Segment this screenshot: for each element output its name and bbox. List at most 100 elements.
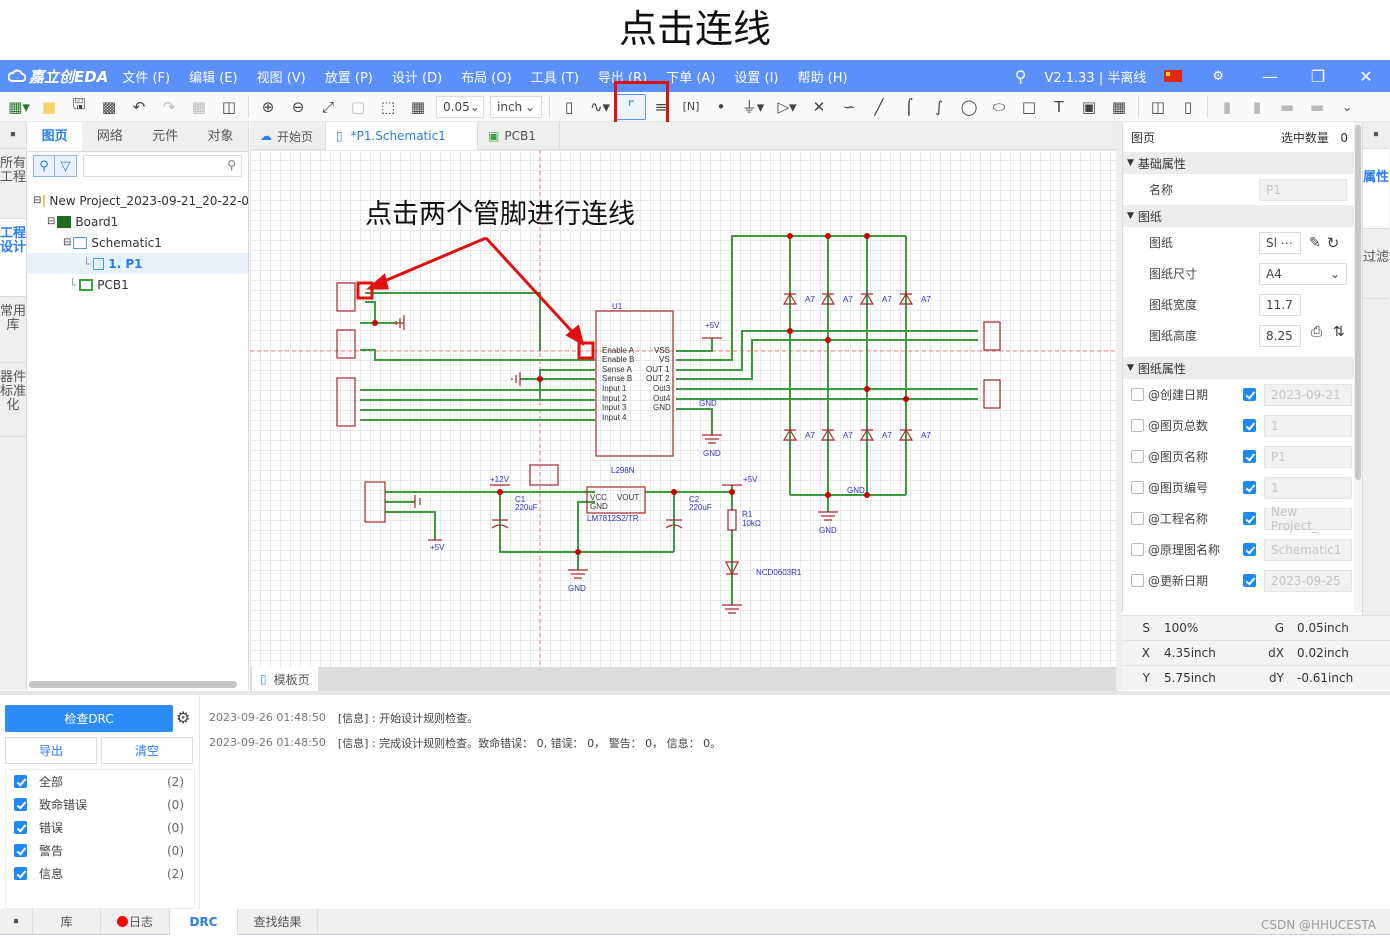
language-flag-icon[interactable] [1164,70,1183,82]
collapse-icon[interactable]: ⊟ [47,216,55,227]
align-top-icon[interactable]: ▬ [1272,94,1302,120]
footer-tab-drc[interactable]: DRC [170,908,238,935]
side-tab-common-library[interactable]: 常用库 [0,297,26,363]
paper-field[interactable]: Sl ⋯ [1259,231,1301,254]
show-name-checkbox[interactable] [1131,450,1144,463]
tree-search-input[interactable]: ⚲ [83,155,242,177]
zoom-out-icon[interactable]: ⊖ [283,94,313,120]
show-name-checkbox[interactable] [1131,543,1144,556]
copy-format-icon[interactable]: ▦ [184,94,214,120]
ellipse-icon[interactable]: ⬭ [984,94,1014,120]
attr-value-field[interactable]: Schematic1 [1264,538,1352,561]
tree-item-schematic[interactable]: ⊟ Schematic1 [27,232,248,253]
resistor-icon[interactable]: ∿▾ [584,94,616,120]
component-icon[interactable]: ▯ [554,94,584,120]
check-drc-button[interactable]: 检查DRC [5,705,173,732]
doc-tab-schematic[interactable]: ▯ *P1.Schematic1 [326,122,478,150]
filter-all[interactable]: 全部 (2) [6,770,194,793]
arc-icon[interactable]: ⌠ [894,94,924,120]
minimize-button[interactable]: — [1246,67,1294,86]
menu-file[interactable]: 文件 (F) [122,67,170,86]
attr-value-field[interactable]: P1 [1264,445,1352,468]
menu-order[interactable]: 下单 (A) [666,67,715,86]
no-connect-icon[interactable]: ✕ [804,94,834,120]
filter-icon[interactable]: ▽ [55,155,77,177]
show-name-checkbox[interactable] [1131,388,1144,401]
show-value-checkbox[interactable] [1243,543,1256,556]
side-tab-properties[interactable]: 属性 [1363,149,1389,229]
zoom-in-icon[interactable]: ⊕ [253,94,283,120]
properties-scrollbar-thumb[interactable] [1355,125,1361,480]
tree-item-pcb[interactable]: └ PCB1 [27,274,248,295]
template-page-tab[interactable]: ▯ 模板页 [252,667,318,691]
side-tab-project-design[interactable]: 工程设计 [0,219,26,297]
grid-size-select[interactable]: 0.05 ⌄ [436,95,484,118]
table-icon[interactable]: ▦ [1104,94,1134,120]
find-icon[interactable]: ◫ [214,94,244,120]
attr-value-field[interactable]: 2023-09-25 [1264,569,1352,592]
show-name-checkbox[interactable] [1131,419,1144,432]
tree-item-page[interactable]: └ 1. P1 [27,253,248,274]
new-file-icon[interactable]: ▦▾ [4,94,34,120]
checkbox[interactable] [14,821,27,834]
unit-select[interactable]: inch ⌄ [490,95,542,118]
pencil-icon[interactable]: ✎ [1309,235,1321,251]
show-name-checkbox[interactable] [1131,481,1144,494]
side-tab-filter[interactable]: 过滤 [1363,229,1389,299]
junction-icon[interactable]: • [706,94,736,120]
show-value-checkbox[interactable] [1243,419,1256,432]
attr-value-field[interactable]: 1 [1264,414,1352,437]
search-icon[interactable]: ⚲ [1015,67,1027,86]
paper-size-select[interactable]: A4 ⌄ [1259,262,1347,285]
menu-edit[interactable]: 编辑 (E) [189,67,238,86]
image-icon[interactable]: ▣ [1074,94,1104,120]
circle-icon[interactable]: ◯ [954,94,984,120]
show-value-checkbox[interactable] [1243,450,1256,463]
show-value-checkbox[interactable] [1243,512,1256,525]
menu-design[interactable]: 设计 (D) [392,67,442,86]
show-value-checkbox[interactable] [1243,388,1256,401]
show-name-checkbox[interactable] [1131,574,1144,587]
chip-update-icon[interactable]: ▯ [1173,94,1203,120]
doc-tab-start[interactable]: ☁ 开始页 [250,122,326,150]
filter-warning[interactable]: 警告 (0) [6,839,194,862]
export-button[interactable]: 导出 [5,737,97,764]
refresh-icon[interactable]: ↻ [1327,234,1340,252]
show-value-checkbox[interactable] [1243,481,1256,494]
checkbox[interactable] [14,867,27,880]
paper-width-field[interactable]: 11.7 [1259,293,1301,316]
tab-nets[interactable]: 网络 [82,122,137,151]
name-field[interactable]: P1 [1259,178,1347,201]
pin-icon[interactable]: ⏹ [1363,122,1389,149]
doc-tab-pcb[interactable]: ▣ PCB1 [478,122,560,150]
schematic-canvas[interactable]: Enable A Enable B Sense A Sense B Input … [250,150,1116,667]
grid-icon[interactable]: ▦ [403,94,433,120]
menu-tools[interactable]: 工具 (T) [531,67,579,86]
tree-item-project[interactable]: ⊟ New Project_2023-09-21_20-22-05 [27,190,248,211]
footer-tab-library[interactable]: 库 [33,908,101,935]
zoom-area-icon[interactable]: ⬚ [373,94,403,120]
rectangle-icon[interactable]: □ [1014,94,1044,120]
section-paper-attrs[interactable]: ▼ 图纸属性 [1123,357,1356,379]
tab-pages[interactable]: 图页 [27,122,83,151]
folder-icon[interactable]: ■ [34,94,64,120]
gear-icon[interactable]: ⚙ [176,708,190,727]
section-paper[interactable]: ▼ 图纸 [1123,205,1356,227]
line-icon[interactable]: ╱ [864,94,894,120]
filter-error[interactable]: 错误 (0) [6,816,194,839]
tab-components[interactable]: 元件 [138,122,193,151]
align-bottom-icon[interactable]: ▬ [1302,94,1332,120]
collapse-icon[interactable]: ⊟ [33,195,41,206]
close-button[interactable]: ✕ [1342,67,1390,86]
pin-icon[interactable]: ⏹ [0,908,33,935]
clear-button[interactable]: 清空 [101,737,193,764]
save-all-icon[interactable]: ▩ [94,94,124,120]
freehand-icon[interactable]: ∽ [834,94,864,120]
tree-item-board[interactable]: ⊟ Board1 [27,211,248,232]
gear-icon[interactable]: ⚙ [1212,69,1224,84]
menu-place[interactable]: 放置 (P) [325,67,373,86]
pin-icon[interactable]: ⏹ [0,122,26,149]
show-value-checkbox[interactable] [1243,574,1256,587]
restore-button[interactable]: ❐ [1294,67,1342,86]
filter-fatal[interactable]: 致命错误 (0) [6,793,194,816]
